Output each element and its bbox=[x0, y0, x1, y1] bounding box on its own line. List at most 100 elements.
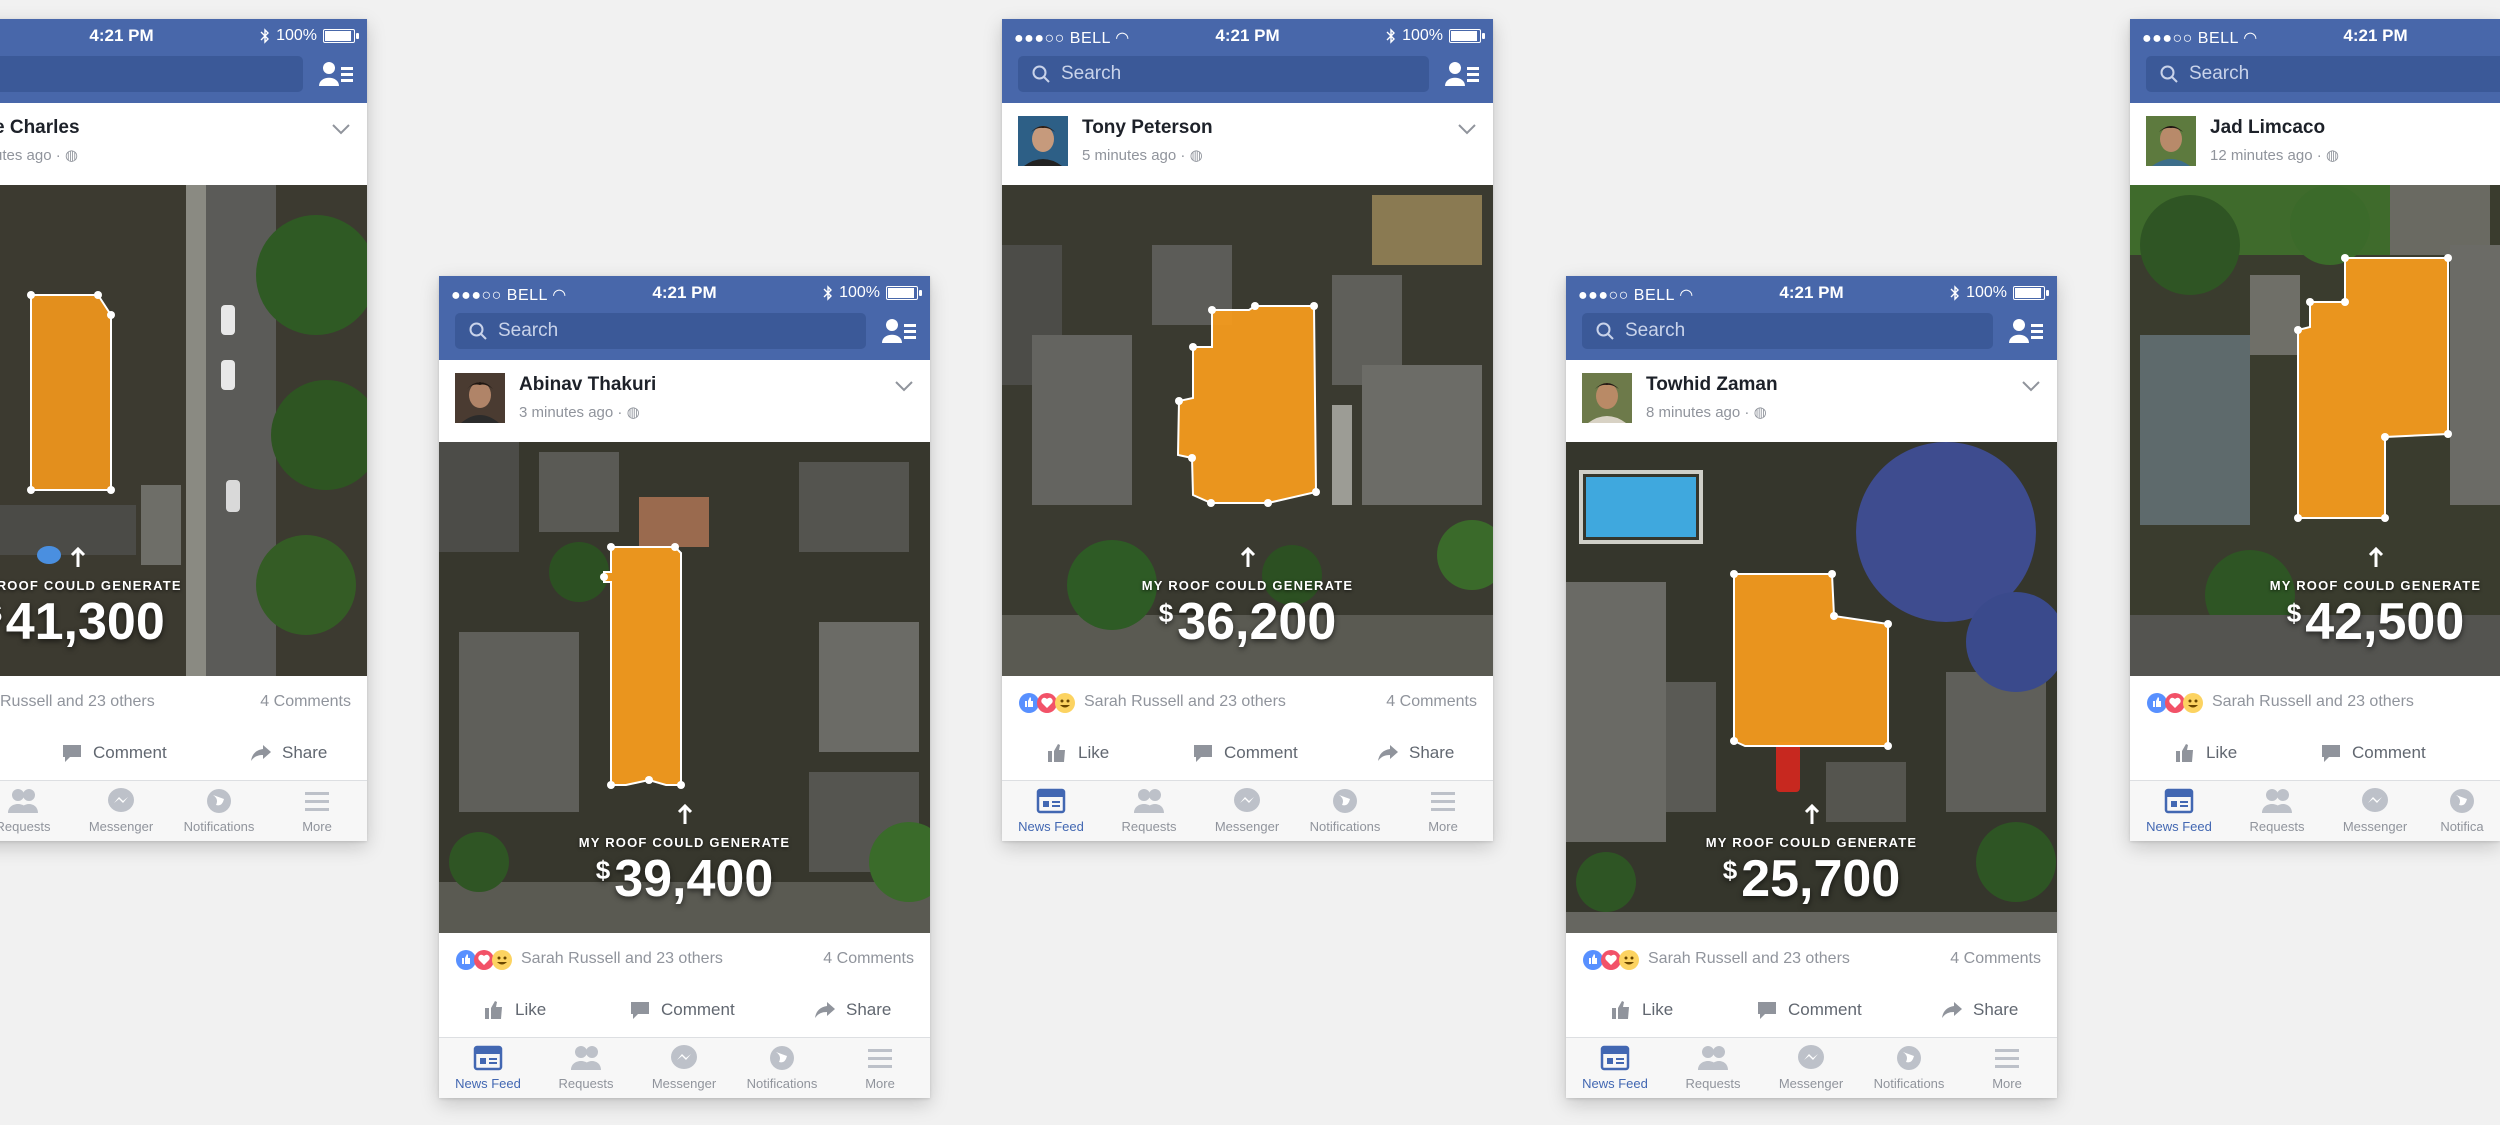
roof-amount: $42,500 bbox=[2286, 593, 2465, 651]
tab-news-feed[interactable]: News Feed bbox=[2130, 787, 2228, 834]
comment-button[interactable]: Comment bbox=[1756, 999, 1862, 1021]
tab-more[interactable]: More bbox=[1958, 1044, 2056, 1091]
post-photo[interactable]: MY ROOF COULD GENERATE $39,400 bbox=[439, 442, 930, 933]
reactions-summary[interactable]: Russell and 23 others bbox=[0, 693, 155, 711]
arrow-up-icon bbox=[677, 804, 693, 824]
avatar[interactable] bbox=[2146, 116, 2196, 166]
requests-icon bbox=[1134, 789, 1164, 813]
like-button[interactable]: Like bbox=[483, 999, 546, 1021]
avatar[interactable] bbox=[455, 373, 505, 423]
messenger-icon bbox=[1234, 788, 1260, 812]
battery-indicator: 100% bbox=[260, 27, 359, 45]
tab-notifications[interactable]: Notifications bbox=[170, 787, 268, 834]
tab-news-feed[interactable]: News Feed bbox=[1566, 1044, 1664, 1091]
tab-more[interactable]: More bbox=[268, 787, 366, 834]
messenger-icon bbox=[671, 1045, 697, 1069]
tab-more[interactable]: More bbox=[1394, 787, 1492, 834]
tab-news-feed[interactable]: News Feed bbox=[439, 1044, 537, 1091]
share-button[interactable]: Share bbox=[1941, 999, 2018, 1021]
search-input[interactable]: Search bbox=[1582, 313, 1993, 349]
like-button[interactable]: Like bbox=[1046, 742, 1109, 764]
comment-button[interactable]: Comment bbox=[1192, 742, 1298, 764]
post-author[interactable]: Abinav Thakuri bbox=[519, 374, 656, 396]
comments-count[interactable]: 4 Comments bbox=[823, 950, 914, 968]
comment-button[interactable]: Comment bbox=[2320, 742, 2426, 764]
tab-requests[interactable]: Requests bbox=[1664, 1044, 1762, 1091]
phone-screen-3: ●●●○○ BELL ◠ 4:21 PM 100% Search Tony Pe… bbox=[1002, 19, 1493, 841]
post-author[interactable]: Tony Peterson bbox=[1082, 117, 1213, 139]
like-button[interactable]: Like bbox=[2174, 742, 2237, 764]
share-button[interactable]: Share bbox=[250, 742, 327, 764]
top-bar: ●●●○○ BELL ◠ 4:21 PM Search bbox=[2130, 19, 2500, 103]
reaction-icons[interactable] bbox=[455, 949, 513, 971]
tab-requests[interactable]: Requests bbox=[2228, 787, 2326, 834]
battery-percent: 100% bbox=[839, 284, 880, 301]
requests-icon bbox=[2262, 789, 2292, 813]
chevron-down-icon[interactable] bbox=[331, 123, 351, 135]
tab-notifications[interactable]: Notifica bbox=[2424, 787, 2500, 834]
share-button[interactable]: Share bbox=[814, 999, 891, 1021]
tab-bar: News Feed Requests Messenger Notifica bbox=[2130, 781, 2500, 841]
chevron-down-icon[interactable] bbox=[894, 380, 914, 392]
tab-messenger[interactable]: Messenger bbox=[2326, 787, 2424, 834]
comment-button[interactable]: Comment bbox=[61, 742, 167, 764]
battery-icon bbox=[323, 29, 359, 43]
requests-icon bbox=[8, 789, 38, 813]
friend-requests-icon[interactable] bbox=[319, 61, 353, 87]
post-author[interactable]: Jad Limcaco bbox=[2210, 117, 2325, 139]
chevron-down-icon[interactable] bbox=[1457, 123, 1477, 135]
tab-notifications[interactable]: Notifications bbox=[1296, 787, 1394, 834]
tab-requests[interactable]: Requests bbox=[0, 787, 72, 834]
post-photo[interactable]: MY ROOF COULD GENERATE $41,300 bbox=[0, 185, 367, 676]
comment-icon bbox=[2322, 745, 2340, 762]
friend-requests-icon[interactable] bbox=[1445, 61, 1479, 87]
tab-messenger[interactable]: Messenger bbox=[72, 787, 170, 834]
search-input[interactable]: Search bbox=[2146, 56, 2500, 92]
roof-amount: $41,300 bbox=[0, 593, 165, 651]
friend-requests-icon[interactable] bbox=[2009, 318, 2043, 344]
search-input[interactable] bbox=[0, 56, 303, 92]
reactions-summary[interactable]: Sarah Russell and 23 others bbox=[521, 950, 723, 968]
tab-bar: Requests Messenger Notifications More bbox=[0, 781, 367, 841]
tab-messenger[interactable]: Messenger bbox=[1198, 787, 1296, 834]
reaction-icons[interactable] bbox=[1582, 949, 1640, 971]
tab-notifications[interactable]: Notifications bbox=[1860, 1044, 1958, 1091]
reactions-summary[interactable]: Sarah Russell and 23 others bbox=[1084, 693, 1286, 711]
bluetooth-icon bbox=[1950, 285, 1960, 301]
tab-requests[interactable]: Requests bbox=[1100, 787, 1198, 834]
comment-button[interactable]: Comment bbox=[629, 999, 735, 1021]
share-button[interactable]: Share bbox=[1377, 742, 1454, 764]
search-input[interactable]: Search bbox=[455, 313, 866, 349]
post-author[interactable]: Towhid Zaman bbox=[1646, 374, 1778, 396]
battery-percent: 100% bbox=[276, 27, 317, 44]
post-author[interactable]: e Charles bbox=[0, 117, 80, 139]
avatar[interactable] bbox=[1582, 373, 1632, 423]
post-photo[interactable]: MY ROOF COULD GENERATE $25,700 bbox=[1566, 442, 2057, 933]
tab-notifications[interactable]: Notifications bbox=[733, 1044, 831, 1091]
post-photo[interactable]: MY ROOF COULD GENERATE $42,500 bbox=[2130, 185, 2500, 676]
like-button[interactable]: Like bbox=[1610, 999, 1673, 1021]
search-input[interactable]: Search bbox=[1018, 56, 1429, 92]
comments-count[interactable]: 4 Comments bbox=[260, 693, 351, 711]
tab-messenger[interactable]: Messenger bbox=[1762, 1044, 1860, 1091]
chevron-down-icon[interactable] bbox=[2021, 380, 2041, 392]
search-placeholder: Search bbox=[2189, 63, 2250, 84]
tab-more[interactable]: More bbox=[831, 1044, 929, 1091]
comments-count[interactable]: 4 Comments bbox=[1386, 693, 1477, 711]
post-photo[interactable]: MY ROOF COULD GENERATE $36,200 bbox=[1002, 185, 1493, 676]
comments-count[interactable]: 4 Comments bbox=[1950, 950, 2041, 968]
tab-messenger[interactable]: Messenger bbox=[635, 1044, 733, 1091]
reaction-icons[interactable] bbox=[1018, 692, 1076, 714]
reactions-summary[interactable]: Sarah Russell and 23 others bbox=[2212, 693, 2414, 711]
reactions-summary[interactable]: Sarah Russell and 23 others bbox=[1648, 950, 1850, 968]
reaction-icons[interactable] bbox=[2146, 692, 2204, 714]
globe-icon: ◍ bbox=[626, 404, 640, 421]
tab-requests[interactable]: Requests bbox=[537, 1044, 635, 1091]
friend-requests-icon[interactable] bbox=[882, 318, 916, 344]
search-placeholder: Search bbox=[498, 320, 559, 341]
news-feed-icon bbox=[2164, 788, 2194, 814]
avatar[interactable] bbox=[1018, 116, 1068, 166]
tab-news-feed[interactable]: News Feed bbox=[1002, 787, 1100, 834]
post-actions: Like Comment Share bbox=[1002, 728, 1493, 781]
roof-caption: MY ROOF COULD GENERATE bbox=[578, 835, 791, 850]
